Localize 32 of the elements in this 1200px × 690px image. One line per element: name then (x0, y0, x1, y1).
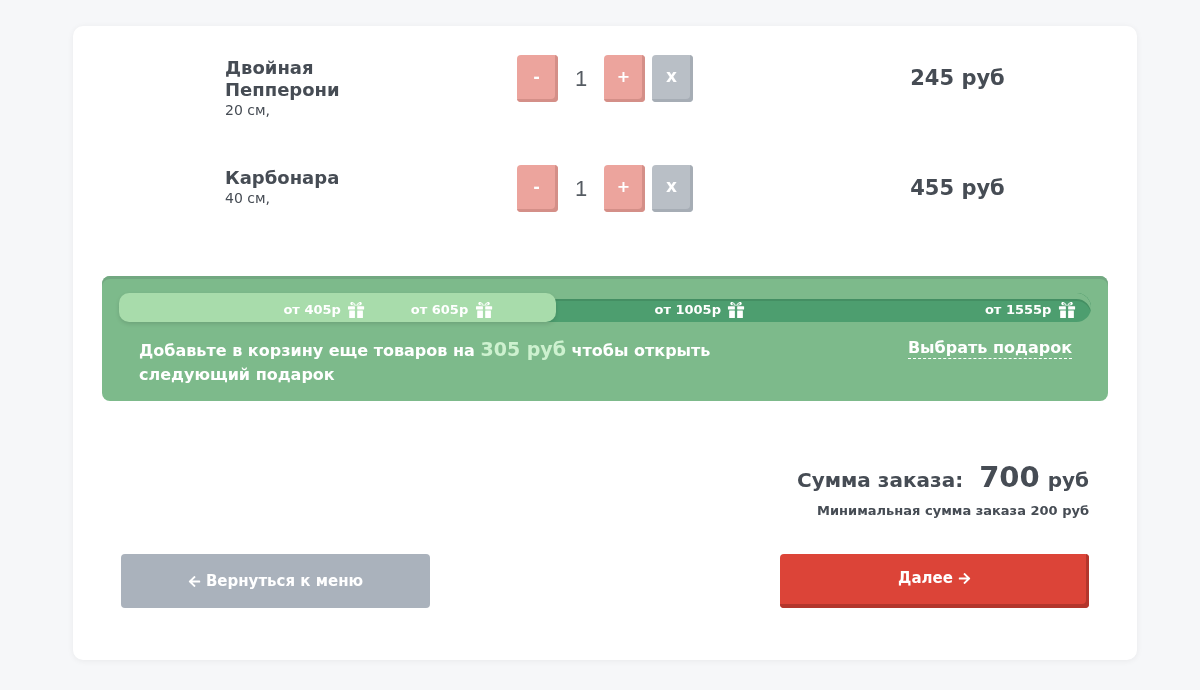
item-price: 245 руб (910, 65, 1005, 92)
quantity-value: 1 (573, 175, 589, 203)
order-total-label: Сумма заказа: (796, 467, 964, 494)
back-to-menu-button[interactable]: Вернуться к меню (121, 554, 430, 608)
order-total-amount: 700 (979, 459, 1040, 496)
gift-icon (1057, 300, 1077, 319)
order-total-currency: руб (1047, 467, 1089, 494)
product-name: Карбонара (225, 167, 341, 189)
arrow-right-icon (957, 571, 971, 585)
milestone-label: от 1555р (984, 300, 1052, 319)
choose-gift-link[interactable]: Выбрать подарок (907, 338, 1072, 359)
decrease-button[interactable]: - (517, 165, 558, 212)
product-size: 20 см, (225, 101, 271, 119)
milestone-label: от 405р (283, 300, 341, 319)
increase-button[interactable]: + (604, 55, 645, 102)
quantity-value: 1 (573, 65, 589, 93)
gift-icon (474, 300, 494, 319)
remove-button[interactable]: x (652, 55, 693, 102)
minimum-order-note: Минимальная сумма заказа 200 руб (817, 501, 1089, 520)
next-button[interactable]: Далее (780, 554, 1089, 608)
milestone-label: от 1005р (654, 300, 721, 319)
gift-icon (726, 300, 746, 319)
arrow-left-icon (187, 574, 201, 588)
item-price: 455 руб (910, 175, 1005, 202)
increase-button[interactable]: + (604, 165, 645, 212)
gift-icon (346, 300, 366, 319)
milestone-label: от 605р (410, 300, 469, 319)
decrease-button[interactable]: - (517, 55, 558, 102)
product-name: Двойная Пепперони (225, 57, 341, 101)
product-size: 40 см, (225, 189, 271, 207)
gift-progress-message: Добавьте в корзину еще товаров на 305 руб чтобы открыть следующий подарок (139, 337, 712, 386)
remove-button[interactable]: x (652, 165, 693, 212)
